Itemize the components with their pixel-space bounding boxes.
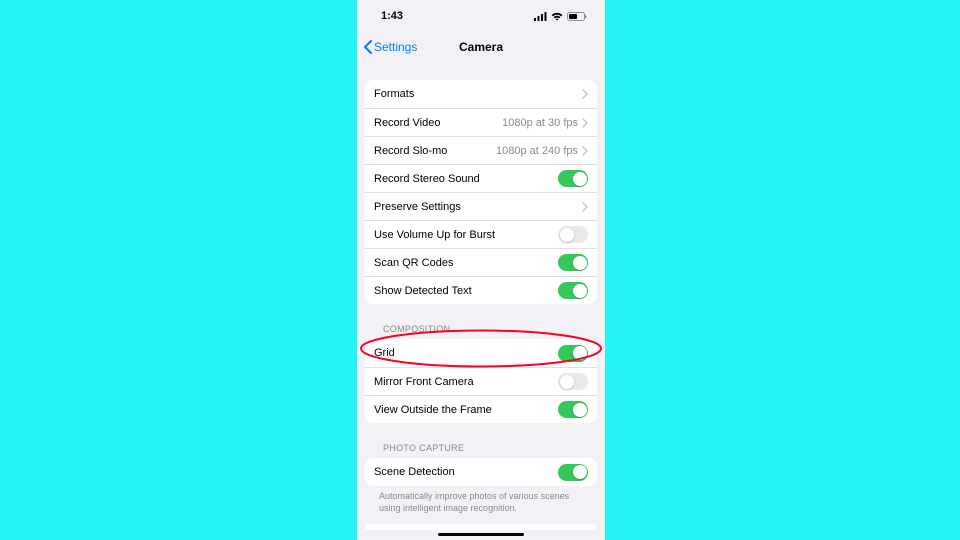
chevron-right-icon xyxy=(582,202,588,212)
home-indicator[interactable] xyxy=(438,533,524,537)
row-detected-text[interactable]: Show Detected Text xyxy=(365,276,597,304)
group-main: Formats Record Video 1080p at 30 fps Rec… xyxy=(365,80,597,304)
battery-icon xyxy=(567,12,587,21)
row-label: View Outside the Frame xyxy=(374,404,558,416)
row-label: Scan QR Codes xyxy=(374,257,558,269)
chevron-left-icon xyxy=(363,40,372,54)
row-label: Record Slo-mo xyxy=(374,145,496,157)
section-footer-photo-capture: Automatically improve photos of various … xyxy=(365,486,597,524)
toggle-grid[interactable] xyxy=(558,345,588,362)
toggle-volume-burst[interactable] xyxy=(558,226,588,243)
nav-bar: Settings Camera xyxy=(357,32,605,62)
group-composition: Grid Mirror Front Camera View Outside th… xyxy=(365,339,597,423)
status-right xyxy=(534,12,587,21)
status-time: 1:43 xyxy=(381,10,403,22)
toggle-view-outside-frame[interactable] xyxy=(558,401,588,418)
settings-scroll[interactable]: Formats Record Video 1080p at 30 fps Rec… xyxy=(357,62,605,530)
group-photo-capture: Scene Detection xyxy=(365,458,597,486)
toggle-mirror-front[interactable] xyxy=(558,373,588,390)
chevron-right-icon xyxy=(582,89,588,99)
row-grid[interactable]: Grid xyxy=(365,339,597,367)
row-volume-burst[interactable]: Use Volume Up for Burst xyxy=(365,220,597,248)
row-label: Record Video xyxy=(374,117,502,129)
chevron-right-icon xyxy=(582,146,588,156)
row-label: Formats xyxy=(374,88,582,100)
row-label: Scene Detection xyxy=(374,466,558,478)
status-bar: 1:43 xyxy=(357,0,605,32)
row-mirror-front[interactable]: Mirror Front Camera xyxy=(365,367,597,395)
row-label: Record Stereo Sound xyxy=(374,173,558,185)
row-stereo-sound[interactable]: Record Stereo Sound xyxy=(365,164,597,192)
cellular-signal-icon xyxy=(534,12,547,21)
row-record-slomo[interactable]: Record Slo-mo 1080p at 240 fps xyxy=(365,136,597,164)
back-button[interactable]: Settings xyxy=(357,40,417,54)
row-detail: 1080p at 30 fps xyxy=(502,117,578,129)
toggle-stereo-sound[interactable] xyxy=(558,170,588,187)
row-label: Grid xyxy=(374,347,558,359)
wifi-icon xyxy=(551,12,563,21)
row-partial xyxy=(365,524,597,530)
section-header-photo-capture: PHOTO CAPTURE xyxy=(365,443,597,458)
toggle-scan-qr[interactable] xyxy=(558,254,588,271)
group-next xyxy=(365,524,597,530)
back-label: Settings xyxy=(374,40,417,54)
row-record-video[interactable]: Record Video 1080p at 30 fps xyxy=(365,108,597,136)
phone-frame: 1:43 Settings Camera Formats xyxy=(357,0,605,540)
row-label: Preserve Settings xyxy=(374,201,582,213)
row-formats[interactable]: Formats xyxy=(365,80,597,108)
row-scan-qr[interactable]: Scan QR Codes xyxy=(365,248,597,276)
row-label: Mirror Front Camera xyxy=(374,376,558,388)
row-view-outside-frame[interactable]: View Outside the Frame xyxy=(365,395,597,423)
toggle-detected-text[interactable] xyxy=(558,282,588,299)
row-scene-detection[interactable]: Scene Detection xyxy=(365,458,597,486)
chevron-right-icon xyxy=(582,118,588,128)
toggle-scene-detection[interactable] xyxy=(558,464,588,481)
row-detail: 1080p at 240 fps xyxy=(496,145,578,157)
section-header-composition: COMPOSITION xyxy=(365,324,597,339)
row-label: Show Detected Text xyxy=(374,285,558,297)
row-label: Use Volume Up for Burst xyxy=(374,229,558,241)
row-preserve-settings[interactable]: Preserve Settings xyxy=(365,192,597,220)
